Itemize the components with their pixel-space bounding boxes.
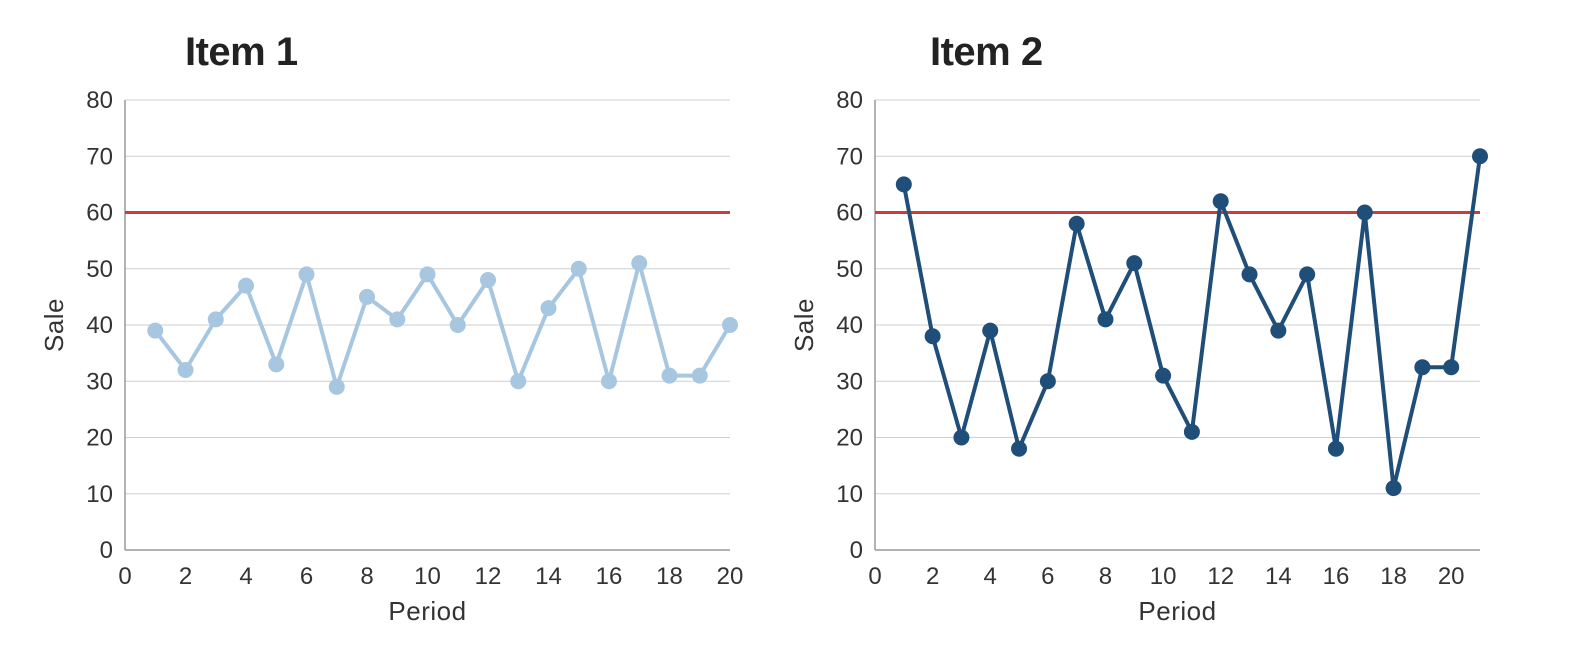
data-point: [268, 356, 284, 372]
data-point: [601, 373, 617, 389]
y-tick-label: 80: [86, 87, 113, 114]
x-tick-label: 20: [717, 563, 744, 590]
data-point: [1126, 255, 1142, 271]
y-tick-label: 50: [86, 256, 113, 283]
x-tick-label: 8: [1099, 563, 1112, 590]
data-point: [1386, 480, 1402, 496]
x-tick-label: 8: [360, 563, 373, 590]
x-tick-label: 4: [239, 563, 252, 590]
data-point: [1414, 359, 1430, 375]
data-point: [389, 311, 405, 327]
data-point: [480, 272, 496, 288]
data-point: [1328, 441, 1344, 457]
data-point: [925, 328, 941, 344]
chart-1: 0 10 20 30 40 50 60 70 80 0 2 4 6 8 10 12 14 16 18 20 Period…: [30, 80, 750, 640]
data-point: [953, 430, 969, 446]
x-tick-label: 14: [1265, 563, 1292, 590]
x-tick-label: 16: [1323, 563, 1350, 590]
y-tick-label: 0: [100, 537, 113, 564]
data-point: [420, 266, 436, 282]
y-tick-label: 20: [836, 425, 863, 452]
y-tick-label: 70: [86, 143, 113, 170]
data-point: [1011, 441, 1027, 457]
x-tick-label: 14: [535, 563, 562, 590]
x-tick-label: 18: [1380, 563, 1407, 590]
figure-container: Item 1 Item 2 01020304050607080024681012…: [0, 0, 1574, 650]
x-tick-label: 10: [1150, 563, 1177, 590]
x-tick-label: 2: [926, 563, 939, 590]
x-axis-label: Period: [388, 596, 466, 626]
chart-2: 0 10 20 30 40 50 60 70 80 0 2 4 6 8 10 12 14 16 18 20 Period…: [780, 80, 1500, 640]
data-point: [662, 368, 678, 384]
data-point: [692, 368, 708, 384]
x-tick-label: 12: [475, 563, 502, 590]
data-point: [1443, 359, 1459, 375]
y-tick-label: 40: [86, 312, 113, 339]
data-point: [1242, 266, 1258, 282]
data-point: [208, 311, 224, 327]
data-point: [299, 266, 315, 282]
y-tick-label: 30: [86, 368, 113, 395]
y-axis-label: Sale: [39, 298, 69, 352]
y-tick-label: 40: [836, 312, 863, 339]
data-point: [1097, 311, 1113, 327]
y-tick-label: 80: [836, 87, 863, 114]
x-tick-label: 6: [300, 563, 313, 590]
y-tick-label: 0: [850, 537, 863, 564]
data-point: [510, 373, 526, 389]
data-point: [1184, 424, 1200, 440]
y-tick-label: 30: [836, 368, 863, 395]
data-point: [541, 300, 557, 316]
data-point: [571, 261, 587, 277]
y-tick-label: 60: [86, 200, 113, 227]
y-tick-label: 10: [836, 481, 863, 508]
data-point: [329, 379, 345, 395]
data-point: [147, 323, 163, 339]
x-tick-label: 4: [984, 563, 997, 590]
y-tick-label: 60: [836, 200, 863, 227]
data-point: [450, 317, 466, 333]
data-point: [631, 255, 647, 271]
data-point: [359, 289, 375, 305]
data-point: [896, 176, 912, 192]
x-tick-label: 0: [118, 563, 131, 590]
data-point: [1357, 205, 1373, 221]
x-tick-label: 18: [656, 563, 683, 590]
data-point: [1299, 266, 1315, 282]
data-point: [982, 323, 998, 339]
data-point: [1472, 148, 1488, 164]
x-axis-label: Period: [1138, 596, 1216, 626]
data-point: [1069, 216, 1085, 232]
chart-2-title: Item 2: [930, 30, 1043, 75]
data-point: [1213, 193, 1229, 209]
data-point: [1155, 368, 1171, 384]
data-point: [1270, 323, 1286, 339]
data-point: [178, 362, 194, 378]
x-tick-label: 20: [1438, 563, 1465, 590]
x-tick-label: 12: [1207, 563, 1234, 590]
x-tick-label: 16: [596, 563, 623, 590]
x-tick-label: 6: [1041, 563, 1054, 590]
data-point: [1040, 373, 1056, 389]
x-tick-label: 2: [179, 563, 192, 590]
data-point: [722, 317, 738, 333]
y-tick-label: 50: [836, 256, 863, 283]
x-tick-label: 0: [868, 563, 881, 590]
y-tick-label: 10: [86, 481, 113, 508]
x-tick-label: 10: [414, 563, 441, 590]
data-point: [238, 278, 254, 294]
y-axis-label: Sale: [789, 298, 819, 352]
y-tick-label: 70: [836, 143, 863, 170]
chart-1-title: Item 1: [185, 30, 298, 75]
y-tick-label: 20: [86, 425, 113, 452]
